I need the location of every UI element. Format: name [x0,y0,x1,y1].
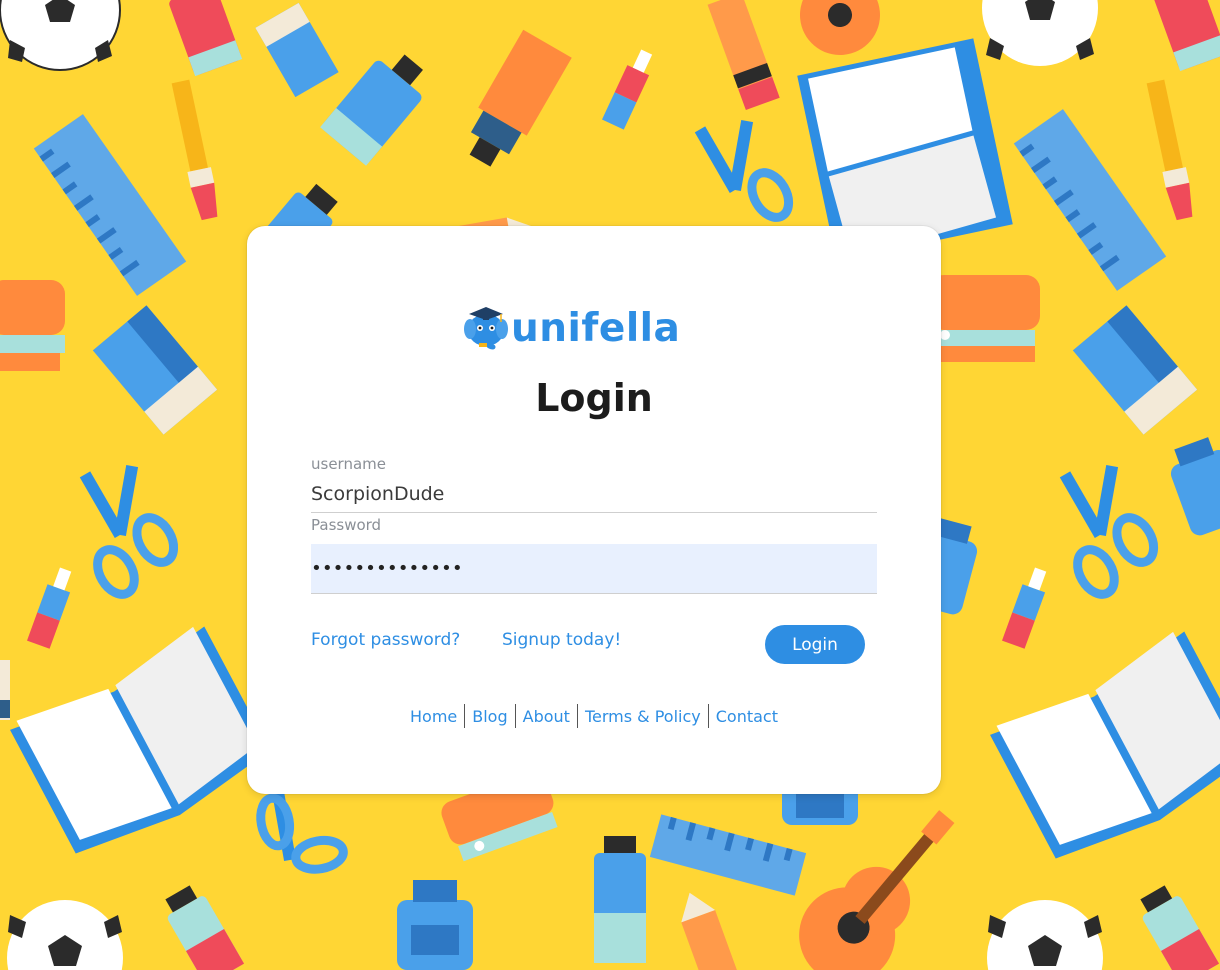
footer-link-about[interactable]: About [516,707,577,726]
pencil-icon [0,660,10,720]
paint-tube-icon [1154,0,1220,72]
marker-icon [27,567,72,649]
marker-icon [602,49,653,130]
brand-name: unifella [511,305,681,351]
scissors-icon [1059,465,1159,599]
crayon-icon [681,892,740,970]
open-book-icon [990,631,1220,859]
soccer-ball-icon [7,900,123,970]
paintbrush-icon [1146,79,1193,221]
password-label: Password [311,516,382,534]
signup-link[interactable]: Signup today! [502,630,621,650]
scissors-icon [694,120,794,222]
ruler-icon [33,114,187,296]
ruler-icon [1013,109,1167,291]
eraser-icon [92,305,218,435]
footer-link-blog[interactable]: Blog [465,707,514,726]
username-field[interactable] [311,476,877,513]
stapler-icon [930,275,1040,362]
paint-tube-icon [169,0,243,77]
footer-link-home[interactable]: Home [403,707,464,726]
scissors-icon [256,790,348,874]
crayon-icon [707,0,780,111]
footer-nav: Home Blog About Terms & Policy Contact [247,704,941,728]
forgot-password-link[interactable]: Forgot password? [311,630,460,650]
highlighter-icon [469,29,572,167]
stapler-icon [0,280,65,371]
login-button[interactable]: Login [765,625,865,664]
password-field[interactable] [311,544,877,594]
scissors-icon [79,465,179,599]
eraser-icon [255,2,339,98]
ink-bottle-icon [397,880,473,970]
soccer-ball-icon [0,0,121,71]
soccer-ball-icon [982,0,1098,66]
elephant-graduate-icon [464,307,508,350]
marker-icon [1002,567,1047,649]
footer-link-contact[interactable]: Contact [709,707,785,726]
login-card: unifella Login username Password Forgot … [247,226,941,794]
brand-logo[interactable]: unifella [463,304,683,352]
paint-tube-icon [1140,885,1220,970]
page-title: Login [535,376,653,420]
open-book-icon [10,626,270,854]
paint-tube-icon [165,885,245,970]
paint-tube-icon [594,836,646,963]
ink-bottle-icon [1170,437,1220,536]
paint-tube-icon [320,54,423,166]
footer-link-terms[interactable]: Terms & Policy [578,707,708,726]
soccer-ball-icon [987,900,1103,970]
eraser-icon [1072,305,1198,435]
username-label: username [311,455,386,473]
ruler-icon [649,814,807,896]
paintbrush-icon [171,79,218,221]
